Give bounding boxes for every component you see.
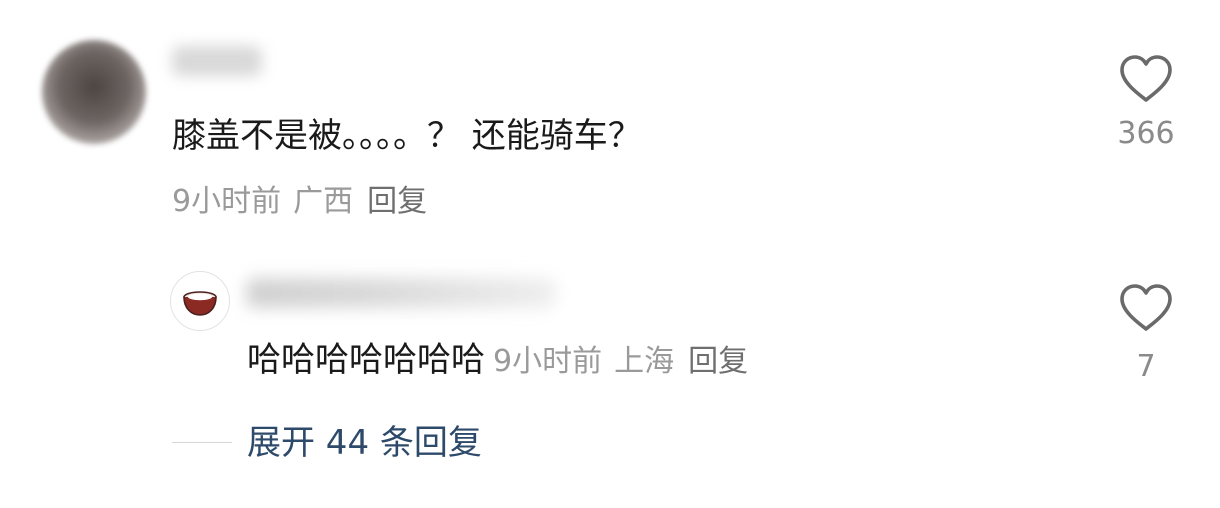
replier-username-blurred[interactable] <box>246 278 556 308</box>
comment-like-button[interactable]: 366 <box>1106 54 1186 152</box>
replier-avatar[interactable] <box>170 271 230 331</box>
heart-outline-icon <box>1120 284 1172 331</box>
comment-meta: 9小时前 广西 回复 <box>172 182 427 222</box>
reply-line: 哈哈哈哈哈哈哈 9小时前 上海 回复 <box>247 338 748 382</box>
reply-like-count: 7 <box>1136 349 1156 384</box>
reply-time: 9小时前 <box>493 344 603 379</box>
reply-like-button[interactable]: 7 <box>1106 283 1186 385</box>
bowl-icon <box>183 291 217 316</box>
comment-reply-button[interactable]: 回复 <box>367 184 427 219</box>
reply-location: 上海 <box>614 344 675 379</box>
heart-outline-icon <box>1120 55 1172 102</box>
comment-location: 广西 <box>293 184 354 219</box>
comment-like-count: 366 <box>1117 116 1175 151</box>
comment-time: 9小时前 <box>172 184 282 219</box>
reply-meta: 9小时前 上海 回复 <box>493 344 748 379</box>
expand-replies-button[interactable]: 展开 44 条回复 <box>247 420 482 466</box>
reply-text: 哈哈哈哈哈哈哈 <box>247 340 485 380</box>
comment-text: 膝盖不是被。。。。？ 还能骑车？ <box>172 116 642 156</box>
reply-reply-button[interactable]: 回复 <box>688 344 748 379</box>
expand-divider <box>172 442 232 443</box>
commenter-avatar[interactable] <box>42 40 146 144</box>
commenter-username-blurred[interactable] <box>172 46 262 76</box>
